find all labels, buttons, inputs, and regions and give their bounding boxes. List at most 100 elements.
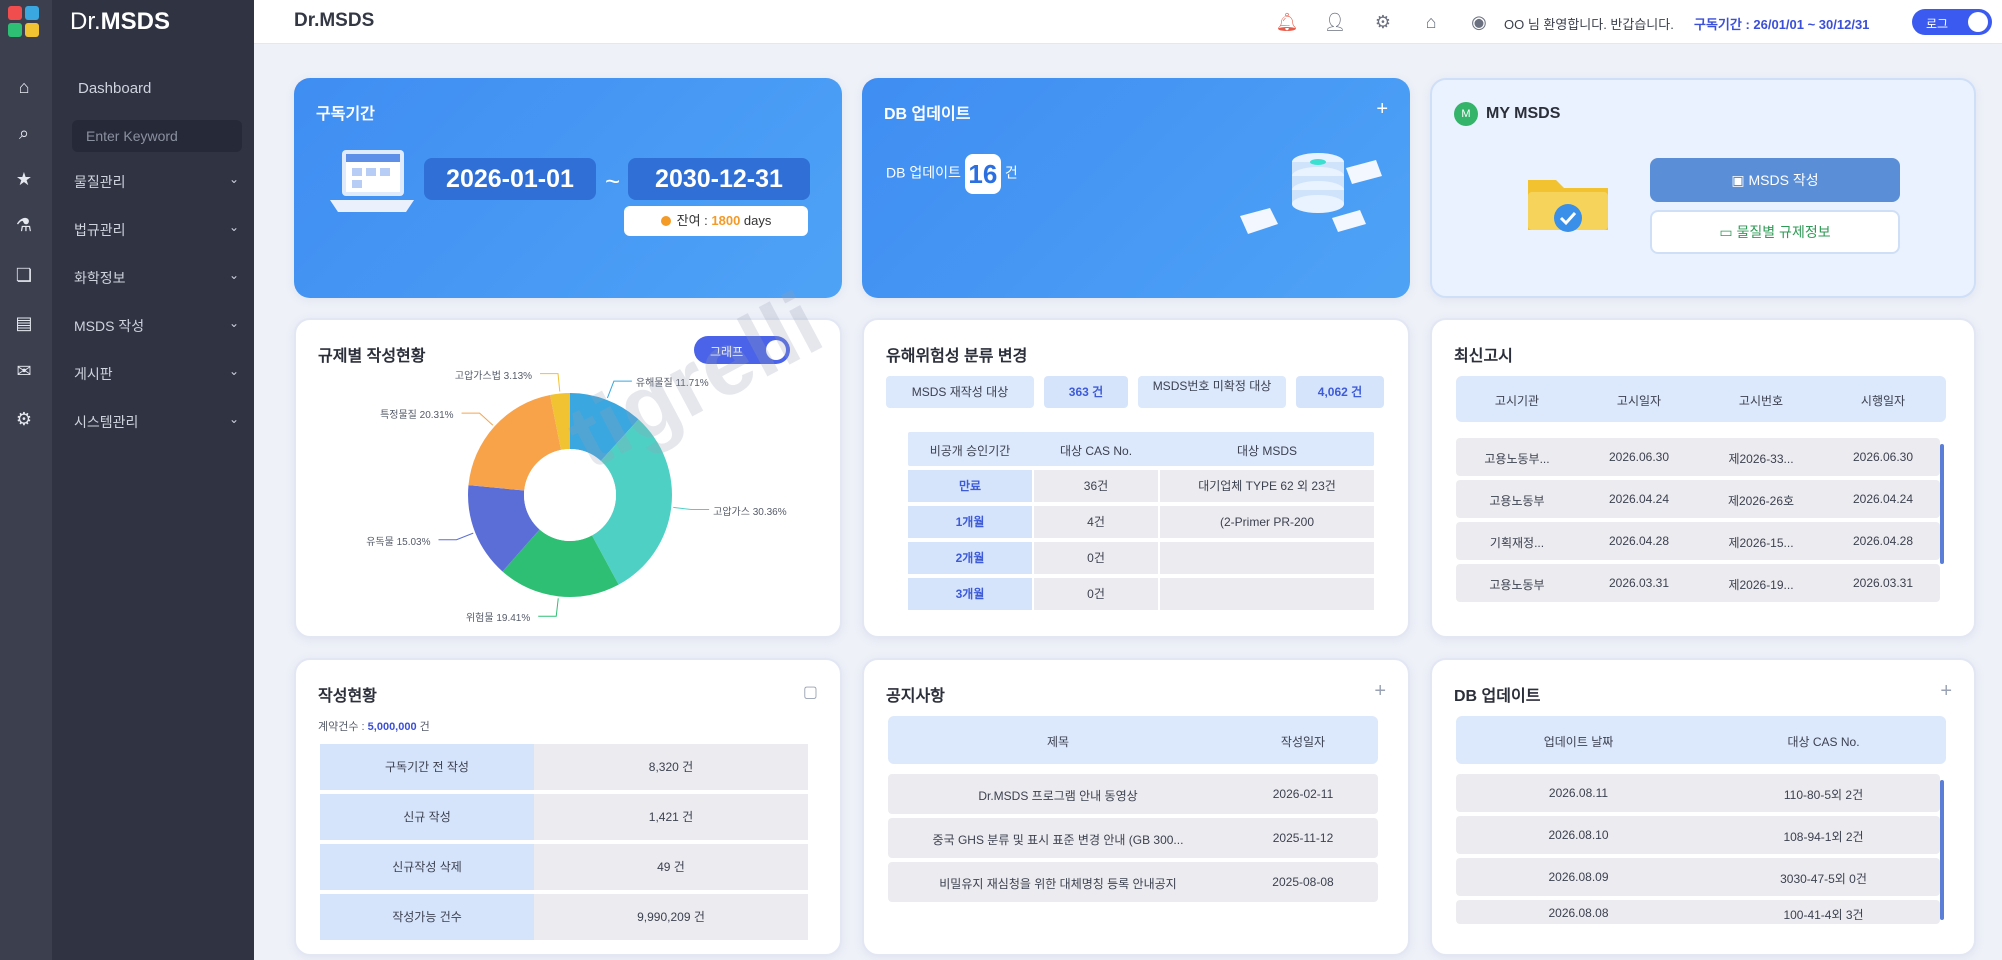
regulation-chart-card: 규제별 작성현황 그래프 유해물질 11.71% 고압가스 30.36% 위험물 1… [294,318,842,638]
status-label: 신규작성 삭제 [320,844,534,890]
column-header: 업데이트 날짜 [1543,735,1614,749]
pie-leader-line [538,598,559,617]
update-cas: 108-94-1외 2건 [1783,830,1864,844]
sidebar-item-regulation[interactable]: 법규관리 ⌄ [74,220,239,244]
status-value: 8,320 건 [534,744,808,790]
home-icon[interactable]: ⌂ [1418,9,1444,35]
megaphone-icon[interactable]: ✉ [11,358,37,384]
period-cell[interactable]: 1개월 [908,506,1032,538]
period-cell[interactable]: 만료 [908,470,1032,502]
search-icon[interactable]: ⌕ [11,120,37,146]
star-icon[interactable]: ★ [11,166,37,192]
donut-hole [524,449,616,541]
top-bar: Dr.MSDS 🔔︎ 👤︎ ⚙ ⌂ ◉ OO 님 환영합니다. 반갑습니다. 구… [254,0,2002,44]
cas-count-cell: 0건 [1034,542,1158,574]
sidebar-item-chemical-info[interactable]: 화학정보 ⌄ [74,268,239,292]
announcement-date: 2026-02-11 [1272,787,1334,801]
msds-cell: (2-Primer PR-200 [1160,506,1374,538]
status-label: 신규 작성 [320,794,534,840]
gear-icon[interactable]: ⚙ [1370,9,1396,35]
sidebar-item-substance[interactable]: 물질관리 ⌄ [74,172,239,196]
subscription-title: 구독기간 [316,106,375,123]
status-dot-icon [660,216,671,226]
update-cas: 110-80-5외 2건 [1783,788,1864,802]
contract-count: 계약건수 : 5,000,000 건 [318,721,430,733]
msds-cell [1160,578,1374,610]
greeting-text: OO 님 환영합니다. 반갑습니다. [1504,17,1674,32]
date-separator: ~ [605,166,621,196]
logout-toggle[interactable]: 로그 [1912,9,1992,35]
home-icon[interactable]: ⌂ [11,74,37,100]
column-header: 고시일자 [1616,394,1662,408]
chevron-down-icon: ⌄ [228,268,239,282]
user-icon[interactable]: 👤︎ [1322,9,1348,35]
period-cell[interactable]: 3개월 [908,578,1032,610]
db-update-count-line: DB 업데이트 16 건 [886,154,1018,194]
plus-icon[interactable]: + [1376,98,1388,121]
status-value: 1,421 건 [534,794,808,840]
table-scrollbar[interactable] [1940,780,1944,920]
notice-agency: 고용노동부... [1484,452,1550,466]
sidebar-item-msds-write[interactable]: MSDS 작성 ⌄ [74,316,239,340]
notice-number: 제2026-15... [1728,536,1794,550]
update-date: 2026.08.09 [1548,870,1609,884]
sidebar-item-system[interactable]: 시스템관리 ⌄ [74,412,239,436]
sidebar: Dr.MSDS Dashboard Enter Keyword 물질관리 ⌄ 법규… [52,0,254,960]
column-header: 고시기관 [1494,394,1540,408]
column-header: 고시번호 [1738,394,1784,408]
my-msds-card: M MY MSDS ▣ MSDS 작성 ▭ 물질별 규제정보 [1430,78,1976,298]
expand-icon[interactable]: ▢ [803,682,818,702]
flask-icon[interactable]: ⚗ [11,212,37,238]
writing-status-title: 작성현황 [318,688,377,705]
page-title: Dr.MSDS [294,10,375,31]
msds-cell [1160,542,1374,574]
db-update-card: DB 업데이트 + DB 업데이트 16 건 [862,78,1410,298]
announcements-title: 공지사항 [886,688,945,705]
cas-count-cell: 4건 [1034,506,1158,538]
pie-leader-line [673,506,710,511]
plus-icon[interactable]: + [1940,680,1952,703]
notice-date: 2026.06.30 [1608,450,1670,464]
notice-agency: 기획재정... [1489,536,1545,550]
brand-logo[interactable]: Dr.MSDS [70,8,170,36]
announcement-title: 비밀유지 재심청을 위한 대체명칭 등록 안내공지 [939,877,1177,891]
db-update-list-title: DB 업데이트 [1454,688,1541,705]
pie-slice-label: 유독물 15.03% [366,536,431,548]
settings-grid-icon[interactable]: ⚙ [11,406,37,432]
notice-number: 제2026-19... [1728,578,1794,592]
pie-slice-label: 위험물 19.41% [465,613,531,625]
document-icon[interactable]: ▤ [11,310,37,336]
plus-icon[interactable]: + [1374,680,1386,703]
notice-date: 2026.04.28 [1608,534,1670,548]
column-header: 시행일자 [1860,394,1906,408]
msds-badge-icon: M [1454,102,1478,126]
cas-count-cell: 36건 [1034,470,1158,502]
sidebar-item-dashboard[interactable]: Dashboard [78,80,151,97]
writing-status-card: 작성현황 ▢ 계약건수 : 5,000,000 건 구독기간 전 작성 8,32… [294,658,842,956]
column-header: 작성일자 [1280,735,1326,749]
msds-write-button[interactable]: ▣ MSDS 작성 [1650,158,1900,202]
latest-notice-card: 최신고시 고시기관 고시일자 고시번호 시행일자 고용노동부... 2026.0… [1430,318,1976,638]
column-header: 제목 [1046,735,1070,749]
notice-number: 제2026-26호 [1727,494,1795,508]
pie-slice-label: 고압가스법 3.13% [454,370,533,382]
my-msds-title: MY MSDS [1486,105,1561,122]
update-date: 2026.08.08 [1548,906,1609,920]
end-date: 2030-12-31 [628,158,810,200]
regulation-info-button[interactable]: ▭ 물질별 규제정보 [1650,210,1900,254]
bookmark-icon[interactable]: ❏ [11,262,37,288]
pie-slice-label: 고압가스 30.36% [713,506,787,518]
period-cell[interactable]: 2개월 [908,542,1032,574]
sidebar-search-input[interactable]: Enter Keyword [72,120,242,152]
summary-value[interactable]: 363 건 [1044,376,1128,408]
pie-leader-line [606,380,632,399]
pie-slice-label: 특정물질 20.31% [380,410,454,422]
table-scrollbar[interactable] [1940,444,1944,564]
sidebar-item-board[interactable]: 게시판 ⌄ [74,364,239,388]
summary-value[interactable]: 4,062 건 [1296,376,1384,408]
notification-bell-icon[interactable]: 🔔︎ [1274,9,1300,35]
laptop-calendar-icon [330,150,414,212]
db-update-list-card: DB 업데이트 + 업데이트 날짜 대상 CAS No. 2026.08.11 … [1430,658,1976,956]
toggle-knob [1968,12,1988,32]
chevron-down-icon: ⌄ [228,220,239,234]
